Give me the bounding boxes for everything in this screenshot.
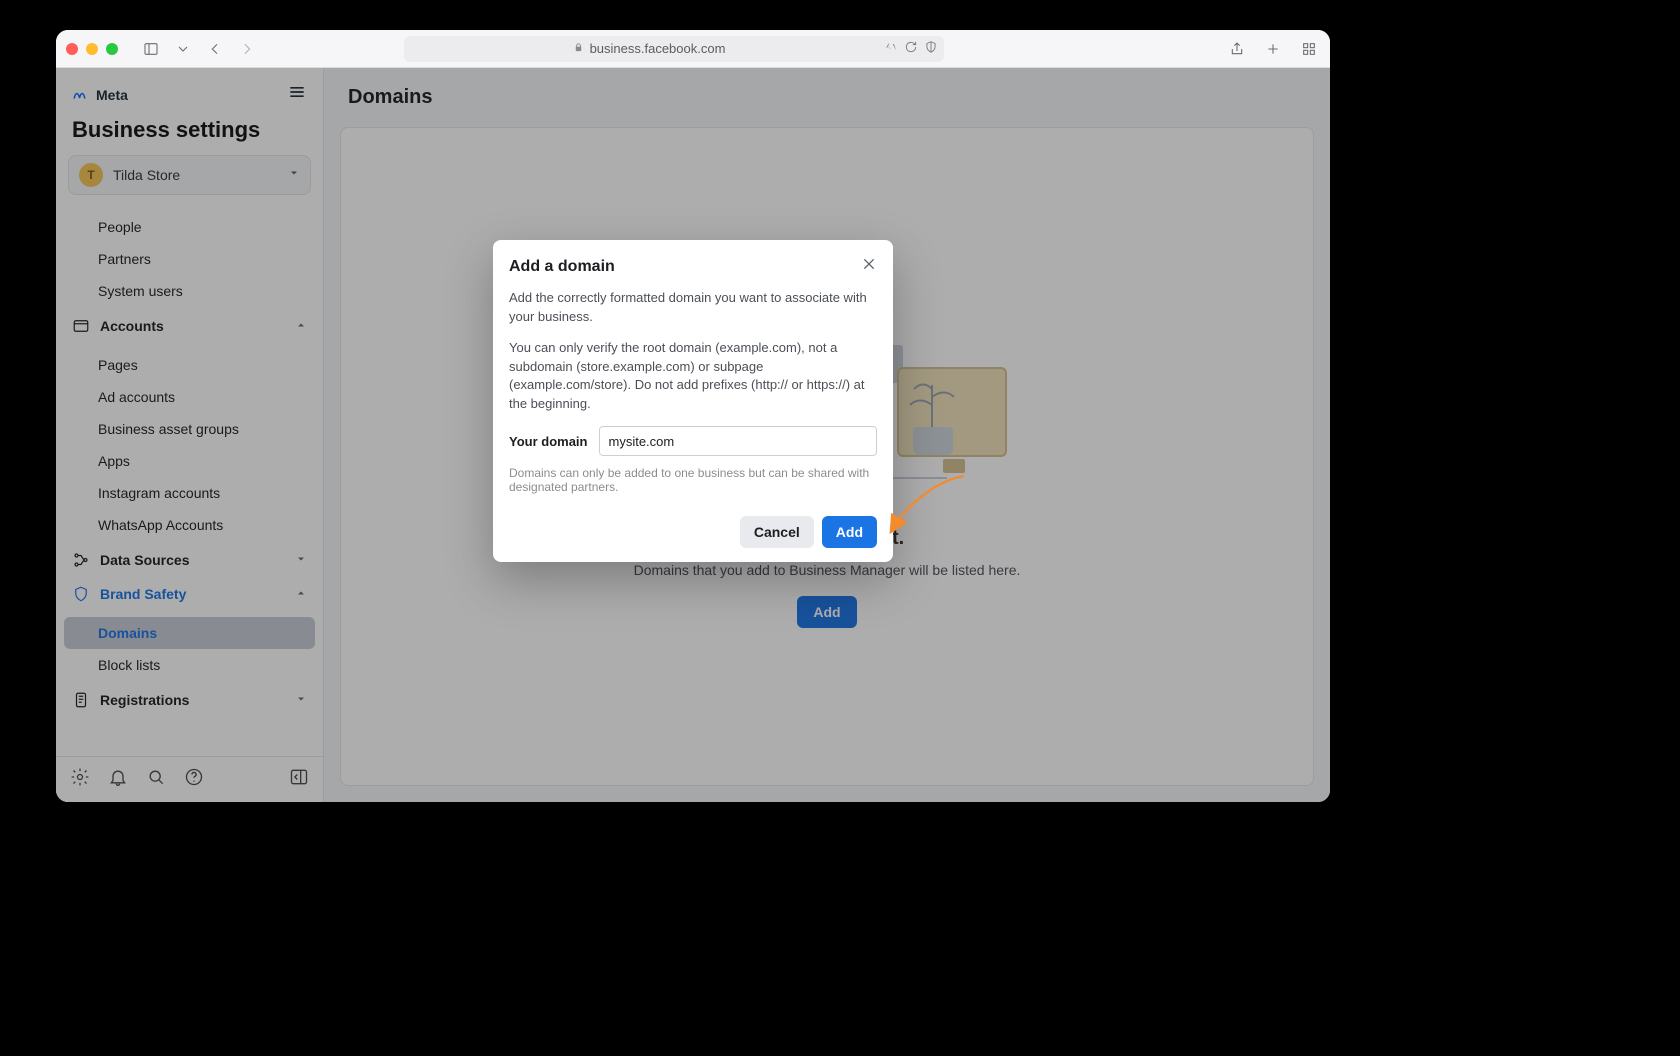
- reload-icon[interactable]: [904, 40, 918, 57]
- app-root: Meta Business settings T Tilda Store: [56, 68, 1330, 802]
- caret-down-icon: [288, 166, 300, 184]
- sidebar-section-accounts[interactable]: Accounts: [56, 309, 323, 343]
- sidebar-section-registrations[interactable]: Registrations: [56, 683, 323, 717]
- sidebar-item-domains[interactable]: Domains: [64, 617, 315, 649]
- help-icon[interactable]: [184, 767, 204, 792]
- forward-button-icon[interactable]: [236, 38, 258, 60]
- modal-title: Add a domain: [509, 257, 615, 275]
- accounts-icon: [72, 317, 90, 335]
- modal-paragraph-1: Add the correctly formatted domain you w…: [509, 289, 877, 327]
- translate-icon[interactable]: [884, 40, 898, 57]
- sidebar-title: Business settings: [56, 113, 323, 155]
- address-bar-right-icons: [884, 40, 938, 57]
- modal-paragraph-2: You can only verify the root domain (exa…: [509, 339, 877, 414]
- meta-logo: Meta: [72, 86, 128, 104]
- menu-icon[interactable]: [287, 82, 307, 107]
- sidebar-section-accounts-items: Pages Ad accounts Business asset groups …: [56, 343, 323, 543]
- tab-groups-menu-icon[interactable]: [172, 38, 194, 60]
- chevron-up-icon: [295, 586, 307, 602]
- account-selector[interactable]: T Tilda Store: [68, 155, 311, 195]
- close-icon[interactable]: [861, 256, 877, 277]
- registrations-icon: [72, 691, 90, 709]
- data-sources-label: Data Sources: [100, 552, 189, 568]
- lock-icon: [573, 41, 584, 56]
- close-window-button[interactable]: [66, 43, 78, 55]
- settings-icon[interactable]: [70, 767, 90, 792]
- search-icon[interactable]: [146, 767, 166, 792]
- safari-window: business.facebook.com: [56, 30, 1330, 802]
- chevron-up-icon: [295, 318, 307, 334]
- sidebar: Meta Business settings T Tilda Store: [56, 68, 324, 802]
- share-icon[interactable]: [1226, 38, 1248, 60]
- sidebar-item-whatsapp-accounts[interactable]: WhatsApp Accounts: [56, 509, 323, 541]
- add-domain-modal: Add a domain Add the correctly formatted…: [493, 240, 893, 562]
- empty-text: Domains that you add to Business Manager…: [634, 562, 1021, 578]
- registrations-label: Registrations: [100, 692, 189, 708]
- sidebar-toggle-icon[interactable]: [140, 38, 162, 60]
- minimize-window-button[interactable]: [86, 43, 98, 55]
- sidebar-item-instagram-accounts[interactable]: Instagram accounts: [56, 477, 323, 509]
- privacy-shield-icon[interactable]: [924, 40, 938, 57]
- brand-safety-label: Brand Safety: [100, 586, 186, 602]
- browser-toolbar: business.facebook.com: [56, 30, 1330, 68]
- sidebar-item-partners[interactable]: Partners: [56, 243, 323, 275]
- address-bar-host: business.facebook.com: [590, 41, 726, 56]
- accounts-label: Accounts: [100, 318, 164, 334]
- sidebar-section-brand-safety-items: Domains Block lists: [56, 611, 323, 683]
- brand-label: Meta: [96, 87, 128, 103]
- sidebar-section-users: People Partners System users: [56, 205, 323, 309]
- data-sources-icon: [72, 551, 90, 569]
- modal-hint: Domains can only be added to one busines…: [509, 466, 877, 494]
- chevron-down-icon: [295, 692, 307, 708]
- account-avatar: T: [79, 163, 103, 187]
- page-title: Domains: [324, 68, 1330, 119]
- back-button-icon[interactable]: [204, 38, 226, 60]
- sidebar-section-brand-safety[interactable]: Brand Safety: [56, 577, 323, 611]
- sidebar-section-data-sources[interactable]: Data Sources: [56, 543, 323, 577]
- notifications-icon[interactable]: [108, 767, 128, 792]
- sidebar-item-block-lists[interactable]: Block lists: [56, 649, 323, 681]
- sidebar-item-apps[interactable]: Apps: [56, 445, 323, 477]
- empty-add-button[interactable]: Add: [797, 596, 856, 628]
- sidebar-item-system-users[interactable]: System users: [56, 275, 323, 307]
- fullscreen-window-button[interactable]: [106, 43, 118, 55]
- domain-field-label: Your domain: [509, 434, 587, 449]
- cancel-button[interactable]: Cancel: [740, 516, 814, 548]
- collapse-sidebar-icon[interactable]: [289, 767, 309, 792]
- add-button[interactable]: Add: [822, 516, 877, 548]
- window-controls: [66, 43, 118, 55]
- toolbar-right: [1226, 38, 1320, 60]
- sidebar-item-people[interactable]: People: [56, 211, 323, 243]
- sidebar-footer: [56, 756, 323, 802]
- new-tab-icon[interactable]: [1262, 38, 1284, 60]
- address-bar[interactable]: business.facebook.com: [404, 36, 944, 62]
- sidebar-item-business-asset-groups[interactable]: Business asset groups: [56, 413, 323, 445]
- sidebar-item-pages[interactable]: Pages: [56, 349, 323, 381]
- tab-overview-icon[interactable]: [1298, 38, 1320, 60]
- domain-input[interactable]: [599, 426, 877, 456]
- account-name: Tilda Store: [113, 167, 180, 183]
- chevron-down-icon: [295, 552, 307, 568]
- shield-icon: [72, 585, 90, 603]
- sidebar-item-ad-accounts[interactable]: Ad accounts: [56, 381, 323, 413]
